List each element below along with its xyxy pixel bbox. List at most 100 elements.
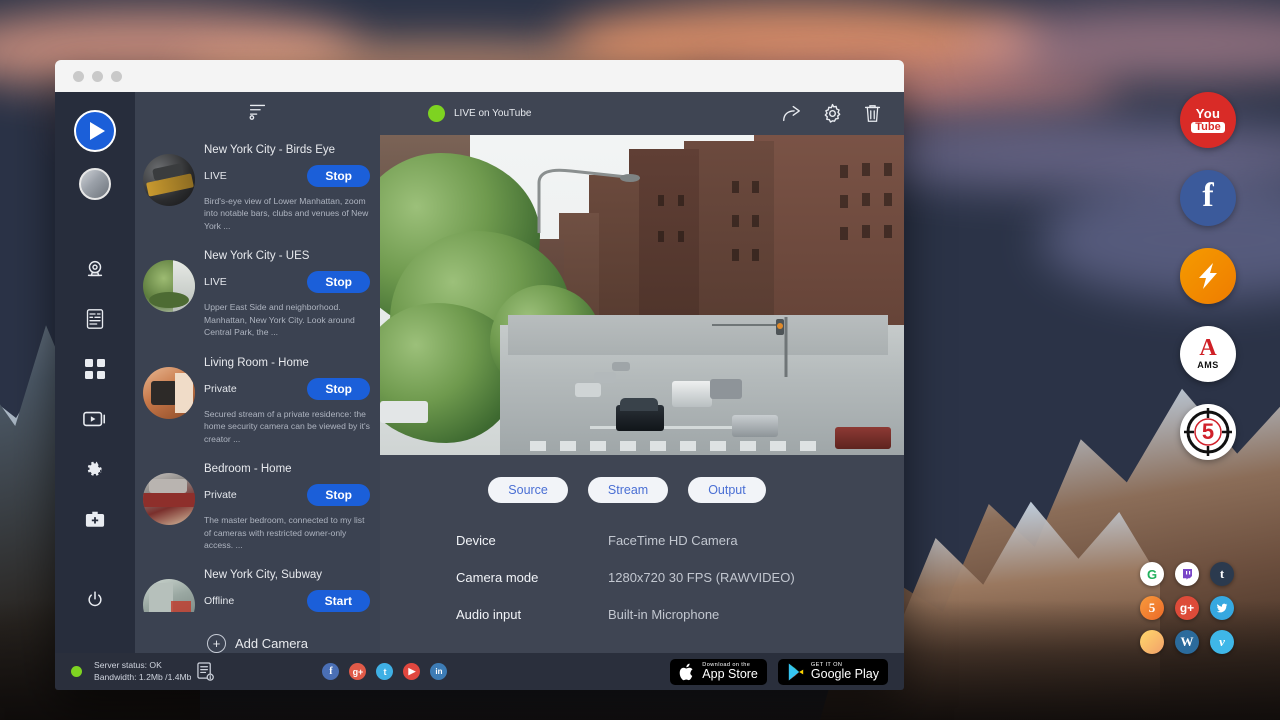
video-preview[interactable] [380, 135, 904, 455]
property-label: Camera mode [456, 570, 608, 585]
player-icon [83, 410, 107, 428]
social-facebook[interactable]: f [322, 663, 339, 680]
building-window [732, 181, 739, 193]
add-camera-button[interactable]: + Add Camera [135, 612, 380, 653]
grid-icon [85, 359, 105, 379]
camera-thumbnail [143, 473, 195, 525]
mini-icon-wordpress[interactable]: W [1175, 630, 1199, 654]
sidebar-item-document[interactable] [70, 294, 120, 344]
mini-icon-google-plus[interactable]: g+ [1175, 596, 1199, 620]
delete-button[interactable] [863, 103, 882, 124]
wordpress-glyph: W [1181, 634, 1194, 650]
social-youtube[interactable]: ▶ [403, 663, 420, 680]
app-window: New York City - Birds Eye LIVE Stop Bird… [55, 60, 904, 690]
app-store-badge[interactable]: Download on the App Store [670, 659, 767, 685]
building-window [658, 195, 664, 206]
tab-stream[interactable]: Stream [588, 477, 668, 503]
social-twitter[interactable]: t [376, 663, 393, 680]
five-glyph: 5 [1149, 600, 1156, 616]
property-value[interactable]: 1280x720 30 FPS (RAWVIDEO) [608, 570, 795, 585]
property-label: Device [456, 533, 608, 548]
building-window [884, 163, 892, 176]
sidebar-item-power[interactable] [70, 575, 120, 625]
window-titlebar[interactable] [55, 60, 904, 92]
tab-source[interactable]: Source [488, 477, 568, 503]
desktop-icon-youtube[interactable]: You Tube [1180, 92, 1236, 148]
social-google-plus[interactable]: g+ [349, 663, 366, 680]
camera-action-button[interactable]: Stop [307, 165, 370, 187]
camera-list-panel: New York City - Birds Eye LIVE Stop Bird… [135, 92, 380, 653]
camera-action-button[interactable]: Stop [307, 271, 370, 293]
bolt-icon [1191, 259, 1225, 293]
social-linkedin[interactable]: in [430, 663, 447, 680]
sidebar-item-settings[interactable] [70, 444, 120, 494]
gear-icon [822, 103, 843, 124]
cloud-streak [1040, 180, 1280, 300]
mini-icon-grammarly[interactable]: G [1140, 562, 1164, 586]
target-five-text: 5 [1202, 419, 1214, 445]
window-minimize-button[interactable] [92, 71, 103, 82]
sidebar-item-grid[interactable] [70, 344, 120, 394]
desktop-icon-target-five[interactable]: 5 [1180, 404, 1236, 460]
twitter-bird-icon [1216, 602, 1228, 614]
server-status-dot [71, 666, 82, 677]
sidebar-item-webcam[interactable] [70, 244, 120, 294]
property-row: Audio input Built-in Microphone [456, 607, 904, 622]
sort-filter-button[interactable] [248, 102, 267, 126]
camera-list: New York City - Birds Eye LIVE Stop Bird… [135, 135, 380, 612]
traffic-light-icon [710, 315, 800, 385]
tab-output[interactable]: Output [688, 477, 766, 503]
car [612, 362, 630, 371]
camera-action-button[interactable]: Start [307, 590, 370, 612]
car [594, 372, 616, 383]
building-window [752, 215, 759, 227]
desktop-icon-lightning-bolt[interactable] [1180, 248, 1236, 304]
youtube-glyph: ▶ [408, 666, 415, 677]
add-camera-label: Add Camera [235, 636, 308, 651]
camera-title: New York City, Subway [204, 569, 370, 581]
sidebar-item-firstaid[interactable] [70, 494, 120, 544]
camera-action-button[interactable]: Stop [307, 484, 370, 506]
camera-info: New York City - UES LIVE Stop Upper East… [204, 250, 370, 338]
avatar[interactable] [79, 168, 111, 200]
property-value[interactable]: FaceTime HD Camera [608, 533, 738, 548]
google-plus-glyph: g+ [1180, 601, 1194, 615]
list-item[interactable]: New York City - UES LIVE Stop Upper East… [135, 241, 380, 347]
window-close-button[interactable] [73, 71, 84, 82]
car [835, 427, 891, 449]
tumblr-glyph: t [1220, 566, 1224, 582]
live-indicator-dot [428, 105, 445, 122]
camera-status-row: LIVE Stop [204, 271, 370, 293]
property-label: Audio input [456, 607, 608, 622]
app-logo[interactable] [74, 110, 116, 152]
property-value[interactable]: Built-in Microphone [608, 607, 719, 622]
mini-icon-twitter[interactable] [1210, 596, 1234, 620]
sidebar-item-player[interactable] [70, 394, 120, 444]
camera-thumbnail [143, 260, 195, 312]
window-maximize-button[interactable] [111, 71, 122, 82]
desktop-icon-facebook[interactable]: f [1180, 170, 1236, 226]
mini-icon-gradient-app[interactable] [1140, 630, 1164, 654]
list-item[interactable]: Living Room - Home Private Stop Secured … [135, 348, 380, 454]
building-window [862, 193, 870, 206]
social-links: f g+ t ▶ in [322, 663, 447, 680]
google-play-text: GET IT ON Google Play [811, 662, 879, 682]
mini-icon-five[interactable]: 5 [1140, 596, 1164, 620]
mini-icon-twitch[interactable] [1175, 562, 1199, 586]
list-item[interactable]: New York City - Birds Eye LIVE Stop Bird… [135, 135, 380, 241]
google-play-badge[interactable]: GET IT ON Google Play [778, 659, 888, 685]
share-button[interactable] [781, 104, 802, 123]
building-window [840, 165, 848, 178]
camera-thumbnail [143, 367, 195, 419]
list-item[interactable]: New York City, Subway Offline Start New … [135, 560, 380, 612]
desktop-icon-adobe-ams[interactable]: A AMS [1180, 326, 1236, 382]
mini-icon-vimeo[interactable]: v [1210, 630, 1234, 654]
log-button[interactable] [197, 662, 214, 681]
twitter-glyph: t [383, 667, 386, 677]
camera-action-button[interactable]: Stop [307, 378, 370, 400]
list-item[interactable]: Bedroom - Home Private Stop The master b… [135, 454, 380, 560]
settings-button[interactable] [822, 103, 843, 124]
camera-description: Bird's-eye view of Lower Manhattan, zoom… [204, 195, 370, 232]
window-body: New York City - Birds Eye LIVE Stop Bird… [55, 92, 904, 653]
mini-icon-tumblr[interactable]: t [1210, 562, 1234, 586]
